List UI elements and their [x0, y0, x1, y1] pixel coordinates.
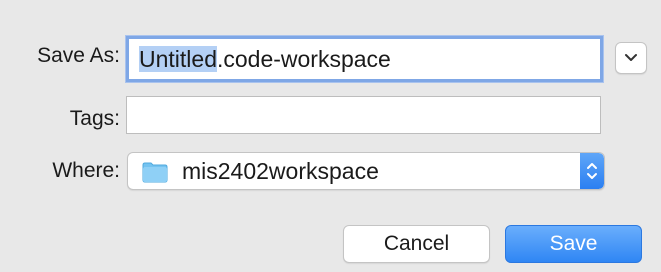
expand-dialog-button[interactable]	[615, 42, 647, 74]
save-as-label: Save As:	[37, 44, 120, 67]
tags-label: Tags:	[69, 107, 120, 130]
folder-icon	[142, 162, 168, 183]
filename-selection: Untitled	[139, 46, 217, 72]
save-dialog: Save As: Untitled.code-workspace Tags: W…	[0, 0, 661, 272]
tags-field[interactable]	[126, 96, 601, 134]
where-arrows-button[interactable]	[580, 153, 604, 189]
filename-extension: .code-workspace	[216, 46, 391, 72]
save-button[interactable]: Save	[505, 225, 642, 263]
where-label: Where:	[52, 159, 120, 182]
save-as-field[interactable]: Untitled.code-workspace	[126, 36, 603, 82]
up-down-arrows-icon	[587, 163, 597, 179]
cancel-button[interactable]: Cancel	[343, 225, 490, 263]
where-value: mis2402workspace	[182, 158, 379, 184]
chevron-down-icon	[625, 54, 637, 61]
where-popup[interactable]: mis2402workspace	[127, 152, 605, 190]
